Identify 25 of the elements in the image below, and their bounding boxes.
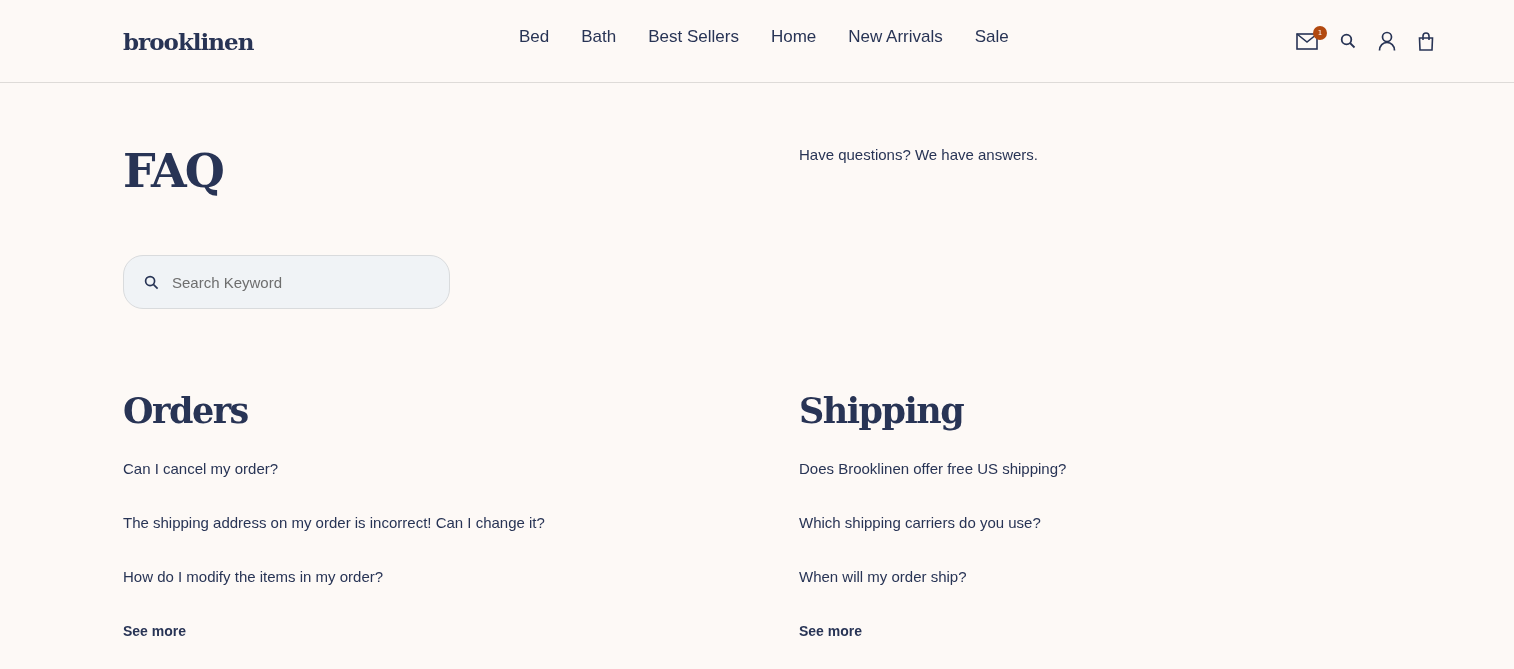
- envelope-icon[interactable]: [1296, 32, 1318, 50]
- section-title: Orders: [123, 389, 248, 433]
- nav-link[interactable]: Best Sellers: [648, 27, 739, 47]
- faq-question-link[interactable]: When will my order ship?: [799, 568, 967, 586]
- search-icon: [144, 275, 159, 290]
- nav-link[interactable]: Bed: [519, 27, 550, 47]
- account-icon[interactable]: [1378, 31, 1396, 51]
- nav-link[interactable]: Bath: [581, 27, 617, 47]
- faq-question-link[interactable]: The shipping address on my order is incorrect! Can I change it?: [123, 514, 545, 532]
- nav-link[interactable]: New Arrivals: [848, 27, 943, 47]
- faq-question-link[interactable]: Does Brooklinen offer free US shipping?: [799, 460, 1067, 478]
- faq-question-link[interactable]: Can I cancel my order?: [123, 460, 279, 478]
- search-icon[interactable]: [1340, 33, 1356, 49]
- see-more-link[interactable]: See more: [123, 622, 187, 640]
- faq-question-link[interactable]: Which shipping carriers do you use?: [799, 514, 1041, 532]
- page-subtitle: Have questions? We have answers.: [799, 146, 1040, 163]
- faq-question-link[interactable]: How do I modify the items in my order?: [123, 568, 384, 586]
- section-title: Shipping: [799, 389, 964, 433]
- nav-link[interactable]: Home: [770, 27, 817, 47]
- page-title: FAQ: [123, 143, 224, 199]
- see-more-link[interactable]: See more: [799, 622, 863, 640]
- shopping-bag-icon[interactable]: [1418, 31, 1434, 51]
- nav-link[interactable]: Sale: [974, 27, 1009, 47]
- search-field[interactable]: Search Keyword: [123, 255, 450, 309]
- brand-logo[interactable]: brooklinen: [123, 27, 254, 55]
